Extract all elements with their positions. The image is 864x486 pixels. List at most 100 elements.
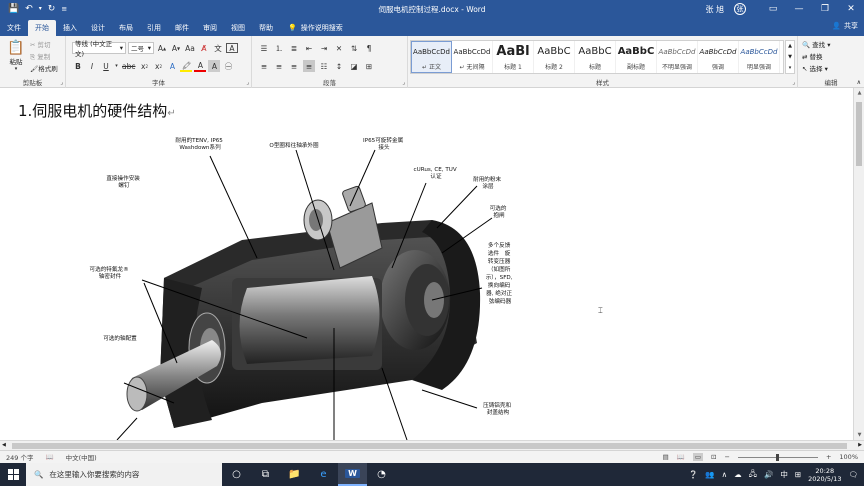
- style-title[interactable]: AaBbC 标题: [575, 41, 616, 73]
- undo-dropdown-icon[interactable]: ▾: [39, 0, 42, 18]
- borders-button[interactable]: ⊞: [363, 60, 375, 72]
- scroll-up-icon[interactable]: ▲: [854, 90, 864, 96]
- tab-review[interactable]: 审阅: [196, 20, 224, 36]
- text-effects-button[interactable]: A: [166, 60, 178, 72]
- web-layout-icon[interactable]: ⊡: [711, 453, 716, 461]
- shading-button[interactable]: ◪: [348, 60, 360, 72]
- file-explorer-icon[interactable]: 📁: [280, 463, 309, 486]
- ime-indicator[interactable]: 中: [780, 469, 788, 480]
- style-normal[interactable]: AaBbCcDd ↵ 正文: [411, 41, 452, 73]
- zoom-slider-thumb[interactable]: [775, 453, 779, 461]
- chevron-down-icon[interactable]: ▼: [788, 54, 792, 60]
- font-name-select[interactable]: 等线 (中文正文) ▾: [72, 40, 126, 58]
- avatar[interactable]: 张: [734, 3, 746, 15]
- taskbar-search-box[interactable]: 🔍 在这里输入你要搜索的内容: [26, 463, 222, 486]
- undo-icon[interactable]: ↶: [25, 0, 33, 18]
- numbering-button[interactable]: ⒈: [273, 42, 285, 54]
- servo-motor-figure[interactable]: 耐用的TENV, IP65 Washdown系列 O型圈和往轴承外圈 IP65可…: [82, 128, 542, 440]
- align-center-button[interactable]: ≡: [273, 60, 285, 72]
- tab-references[interactable]: 引用: [140, 20, 168, 36]
- decrease-indent-button[interactable]: ⇤: [303, 42, 315, 54]
- copy-button[interactable]: ⎘ 复制: [30, 51, 58, 63]
- ime-mode-icon[interactable]: ⊞: [795, 470, 801, 479]
- word-count[interactable]: 249 个字: [6, 452, 33, 462]
- show-hidden-icons-icon[interactable]: ∧: [722, 470, 728, 479]
- edge-browser-icon[interactable]: e: [309, 463, 338, 486]
- document-heading[interactable]: 1.伺服电机的硬件结构↵: [18, 100, 176, 121]
- dialog-launcher-icon[interactable]: ⌟: [246, 79, 249, 86]
- multilevel-list-button[interactable]: ≣: [288, 42, 300, 54]
- notification-center-icon[interactable]: 🗨: [848, 470, 858, 479]
- superscript-button[interactable]: x2: [152, 60, 164, 72]
- style-no-spacing[interactable]: AaBbCcDd ↵ 无间隔: [452, 41, 493, 73]
- start-button[interactable]: [0, 463, 26, 486]
- chevron-up-icon[interactable]: ▲: [788, 43, 792, 49]
- cloud-icon[interactable]: ☁: [734, 470, 742, 479]
- read-mode-icon[interactable]: 📖: [677, 453, 685, 461]
- align-left-button[interactable]: ≡: [258, 60, 270, 72]
- style-heading-2[interactable]: AaBbC 标题 2: [534, 41, 575, 73]
- change-case-button[interactable]: Aa: [184, 42, 196, 54]
- tab-layout[interactable]: 布局: [112, 20, 140, 36]
- vertical-scroll-thumb[interactable]: [856, 102, 862, 166]
- recorder-app-icon[interactable]: ◔: [367, 463, 396, 486]
- share-button[interactable]: 👤 共享: [832, 21, 858, 31]
- vertical-scrollbar[interactable]: ▲ ▼: [853, 88, 864, 440]
- select-button[interactable]: ↖ 选择 ▾: [802, 63, 831, 75]
- task-view-icon[interactable]: ⧉: [251, 463, 280, 486]
- save-icon[interactable]: 💾: [8, 0, 19, 18]
- customize-toolbar-icon[interactable]: ≡: [61, 0, 67, 18]
- scroll-left-icon[interactable]: ◀: [2, 442, 6, 448]
- distributed-button[interactable]: ☷: [318, 60, 330, 72]
- horizontal-scroll-thumb[interactable]: [12, 443, 847, 449]
- people-icon[interactable]: 👥: [705, 470, 714, 479]
- find-button[interactable]: 🔍 查找 ▾: [802, 39, 831, 51]
- clear-formatting-button[interactable]: A̸: [198, 42, 210, 54]
- bold-button[interactable]: B: [72, 60, 84, 72]
- collapse-ribbon-icon[interactable]: ∧: [857, 79, 861, 86]
- cortana-icon[interactable]: ○: [222, 463, 251, 486]
- chevron-down-icon[interactable]: ▾: [114, 60, 119, 72]
- redo-icon[interactable]: ↻: [48, 0, 56, 18]
- tab-view[interactable]: 视图: [224, 20, 252, 36]
- tab-mailings[interactable]: 邮件: [168, 20, 196, 36]
- align-right-button[interactable]: ≡: [288, 60, 300, 72]
- underline-button[interactable]: U: [100, 60, 112, 72]
- zoom-slider[interactable]: [737, 453, 818, 461]
- italic-button[interactable]: I: [86, 60, 98, 72]
- line-spacing-button[interactable]: ↕: [333, 60, 345, 72]
- style-heading-1[interactable]: AaBl 标题 1: [493, 41, 534, 73]
- bullets-button[interactable]: ☰: [258, 42, 270, 54]
- font-size-select[interactable]: 二号 ▾: [128, 42, 154, 54]
- show-hide-marks-button[interactable]: ¶: [363, 42, 375, 54]
- increase-indent-button[interactable]: ⇥: [318, 42, 330, 54]
- user-name[interactable]: 张 旭: [705, 4, 724, 15]
- style-intense-emphasis[interactable]: AaBbCcDd 明显强调: [739, 41, 780, 73]
- more-icon[interactable]: ▾: [789, 65, 792, 71]
- cut-button[interactable]: ✂ 剪切: [30, 39, 58, 51]
- document-page[interactable]: 1.伺服电机的硬件结构↵ 耐用的TENV, IP65 Washdown系列 O型…: [0, 88, 853, 440]
- paste-button[interactable]: 📋 粘贴 ▾: [6, 40, 26, 72]
- focus-mode-icon[interactable]: ▤: [663, 453, 669, 461]
- style-subtle-emphasis[interactable]: AaBbCcDd 不明显强调: [657, 41, 698, 73]
- character-border-button[interactable]: A: [226, 43, 238, 53]
- dialog-launcher-icon[interactable]: ⌟: [402, 79, 405, 86]
- shrink-font-button[interactable]: A ▼: [170, 42, 182, 54]
- tab-file[interactable]: 文件: [0, 20, 28, 36]
- character-shading-button[interactable]: A: [208, 60, 221, 72]
- tell-me-search[interactable]: 💡 操作说明搜索: [288, 20, 343, 36]
- scroll-right-icon[interactable]: ▶: [858, 442, 862, 448]
- tab-home[interactable]: 开始: [28, 20, 56, 36]
- zoom-out-icon[interactable]: −: [725, 453, 730, 461]
- volume-icon[interactable]: 🔊: [764, 470, 773, 479]
- strikethrough-button[interactable]: abc: [121, 60, 136, 72]
- zoom-level[interactable]: 100%: [839, 453, 858, 461]
- scroll-down-icon[interactable]: ▼: [854, 432, 864, 438]
- style-emphasis[interactable]: AaBbCcDd 强调: [698, 41, 739, 73]
- styles-gallery-scroll[interactable]: ▲ ▼ ▾: [785, 40, 795, 74]
- replace-button[interactable]: ⇄ 替换: [802, 51, 831, 63]
- tab-design[interactable]: 设计: [84, 20, 112, 36]
- tab-insert[interactable]: 插入: [56, 20, 84, 36]
- justify-button[interactable]: ≡: [303, 60, 315, 72]
- chinese-layout-button[interactable]: ✕: [333, 42, 345, 54]
